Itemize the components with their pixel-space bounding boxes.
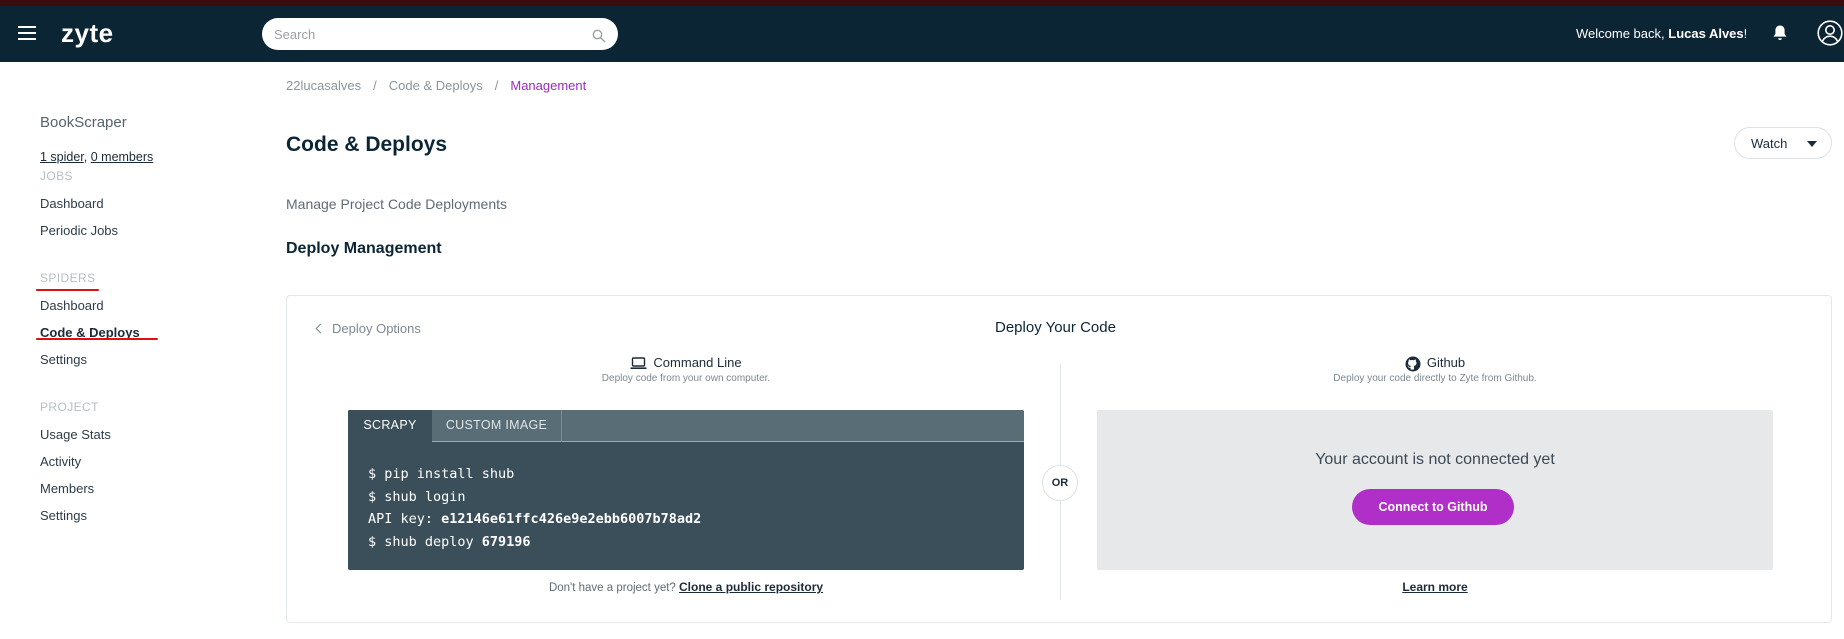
terminal-panel: SCRAPY CUSTOM IMAGE $ pip install shub $…	[348, 410, 1024, 570]
command-line-heading: Command Line	[348, 355, 1024, 370]
terminal-commands: $ pip install shub $ shub login API key:…	[368, 463, 701, 553]
clone-repository-link[interactable]: Clone a public repository	[679, 580, 823, 594]
api-key-value: e12146e61ffc426e9e2ebb6007b78ad2	[441, 511, 702, 527]
github-heading: Github	[1097, 355, 1773, 372]
command-line-subtitle: Deploy code from your own computer.	[601, 373, 771, 384]
github-not-connected-message: Your account is not connected yet	[1315, 451, 1555, 468]
annotation-underline-spiders	[36, 289, 99, 291]
deploy-command: $ shub deploy	[368, 533, 482, 550]
annotation-underline-code-deploys	[36, 338, 158, 340]
breadcrumb: 22lucasalves / Code & Deploys / Management	[286, 78, 586, 93]
breadcrumb-code-deploys[interactable]: Code & Deploys	[389, 78, 483, 93]
project-id: 679196	[481, 533, 531, 550]
terminal-tabs: SCRAPY CUSTOM IMAGE	[348, 410, 1024, 442]
section-title-project: PROJECT	[40, 400, 99, 414]
breadcrumb-current: Management	[510, 78, 587, 93]
user-avatar-icon[interactable]	[1817, 20, 1843, 46]
back-label: Deploy Options	[332, 321, 421, 336]
breadcrumb-separator: /	[494, 78, 499, 93]
sidebar-item-project-settings[interactable]: Settings	[40, 508, 87, 523]
welcome-prefix: Welcome back,	[1576, 26, 1669, 41]
connect-github-button[interactable]: Connect to Github	[1352, 489, 1514, 525]
sidebar-item-spiders-dashboard[interactable]: Dashboard	[40, 298, 104, 313]
breadcrumb-org[interactable]: 22lucasalves	[286, 78, 361, 93]
project-name: BookScraper	[40, 114, 127, 131]
links-separator: ,	[83, 150, 91, 164]
spiders-count-link[interactable]: 1 spider	[40, 150, 84, 164]
no-project-hint: Don't have a project yet? Clone a public…	[348, 580, 1024, 594]
deploy-options-back-link[interactable]: Deploy Options	[315, 321, 421, 336]
watch-button[interactable]: Watch	[1734, 127, 1832, 159]
learn-more-link[interactable]: Learn more	[1097, 580, 1773, 594]
top-navbar: zyte Welcome back, Lucas Alves!	[0, 6, 1844, 62]
watch-label: Watch	[1751, 136, 1788, 151]
project-summary: 1 spider, 0 members	[40, 150, 153, 164]
command-line-title: Command Line	[653, 355, 742, 370]
github-connect-panel: Your account is not connected yet Connec…	[1097, 410, 1773, 570]
page-subtitle: Manage Project Code Deployments	[286, 196, 508, 212]
sidebar-item-spiders-settings[interactable]: Settings	[40, 352, 87, 367]
search-icon[interactable]	[592, 29, 606, 43]
github-subtitle: Deploy your code directly to Zyte from G…	[1333, 373, 1537, 384]
section-title: Deploy Management	[286, 240, 442, 257]
menu-icon[interactable]	[18, 26, 36, 40]
zyte-logo[interactable]: zyte	[61, 18, 114, 49]
command-line-2: $ shub login	[368, 488, 466, 505]
notifications-bell-icon[interactable]	[1772, 24, 1788, 42]
api-key-label: API key:	[368, 511, 442, 527]
sidebar-item-members[interactable]: Members	[40, 481, 94, 496]
members-count-link[interactable]: 0 members	[91, 150, 154, 164]
welcome-message: Welcome back, Lucas Alves!	[1576, 26, 1747, 41]
breadcrumb-separator: /	[373, 78, 377, 93]
tab-scrapy[interactable]: SCRAPY	[348, 410, 432, 442]
laptop-icon	[630, 357, 647, 370]
page-title: Code & Deploys	[286, 133, 448, 156]
command-line-3: API key: e12146e61ffc426e9e2ebb6007b78ad…	[368, 508, 701, 531]
sidebar-item-usage-stats[interactable]: Usage Stats	[40, 427, 111, 442]
or-badge: OR	[1042, 465, 1078, 501]
section-title-spiders: SPIDERS	[40, 271, 96, 285]
sidebar-item-activity[interactable]: Activity	[40, 454, 81, 469]
section-title-jobs: JOBS	[40, 169, 73, 183]
sidebar: BookScraper 1 spider, 0 members JOBS Das…	[0, 62, 262, 639]
command-line-1: $ pip install shub	[368, 466, 515, 482]
main-content: 22lucasalves / Code & Deploys / Management C…	[286, 62, 1834, 639]
user-name: Lucas Alves	[1668, 26, 1744, 41]
card-title: Deploy Your Code	[995, 319, 1116, 336]
sidebar-item-jobs-dashboard[interactable]: Dashboard	[40, 196, 104, 211]
chevron-left-icon	[315, 323, 326, 334]
github-icon	[1405, 356, 1421, 372]
deploy-card: Deploy Options Deploy Your Code Command …	[286, 295, 1832, 623]
github-title: Github	[1426, 355, 1466, 370]
welcome-suffix: !	[1743, 26, 1748, 41]
command-line-4: $ shub deploy 679196	[368, 531, 701, 554]
no-project-text: Don't have a project yet?	[548, 582, 680, 594]
caret-down-icon	[1807, 141, 1817, 147]
search-input[interactable]	[274, 25, 574, 43]
tab-custom-image[interactable]: CUSTOM IMAGE	[432, 410, 562, 442]
search-box[interactable]	[262, 18, 618, 50]
sidebar-item-periodic-jobs[interactable]: Periodic Jobs	[40, 223, 118, 238]
